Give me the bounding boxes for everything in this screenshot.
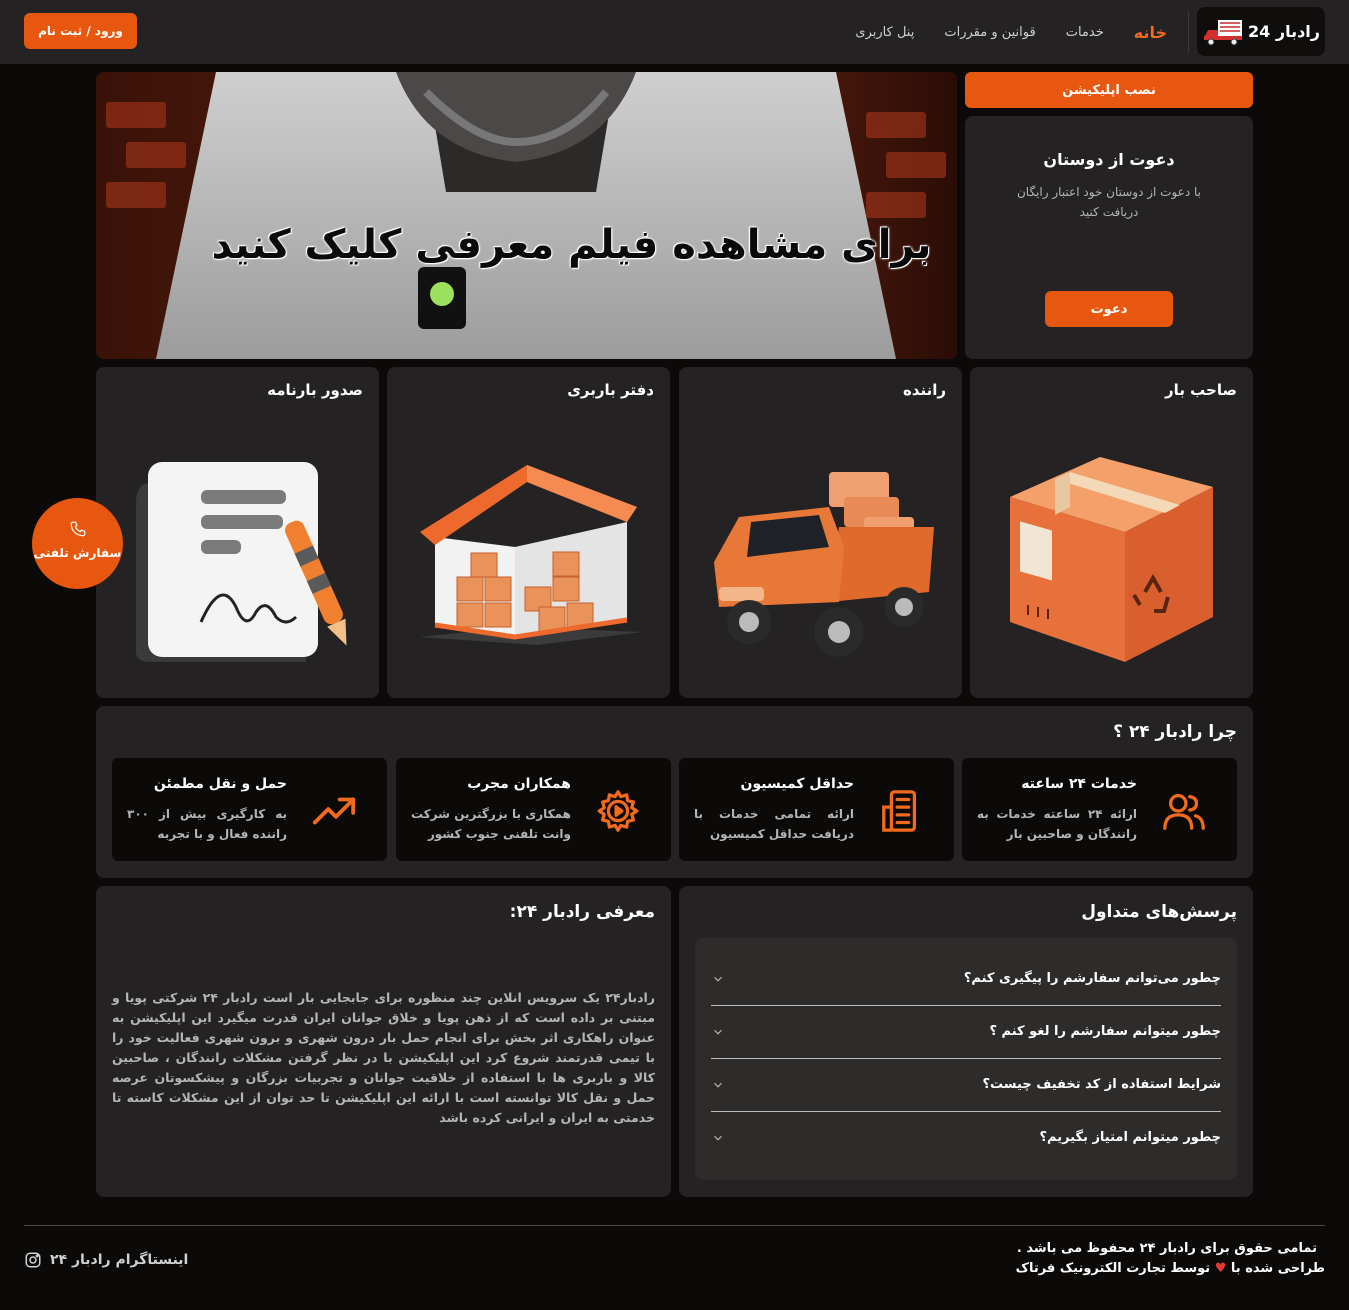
- feature-description: ارائه ۲۴ ساعته خدمات به رانندگان و صاحبی…: [977, 807, 1137, 841]
- faq-item[interactable]: شرایط استفاده از کد تخفیف چیست؟: [711, 1059, 1221, 1112]
- feature-title: همکاران مجرب: [467, 776, 571, 792]
- phone-order-label: سفارش تلفنی: [33, 546, 122, 560]
- why-section: چرا رادبار ۲۴ ؟ خدمات ۲۴ ساعته ارائه ۲۴ …: [96, 706, 1253, 878]
- faq-item[interactable]: چطور می‌توانم سفارشم را پیگیری کنم؟: [711, 953, 1221, 1006]
- feature-card: حداقل کمیسیون ارائه تمامی خدمات با دریاف…: [679, 758, 954, 861]
- invite-title: دعوت از دوستان: [1043, 150, 1175, 169]
- feature-title: حمل و نقل مطمئن: [153, 776, 287, 792]
- feature-description: همکاری با بزرگترین شرکت وانت تلفنی جنوب …: [411, 807, 571, 841]
- service-card-waybill[interactable]: صدور بارنامه: [96, 367, 379, 698]
- chevron-down-icon: [714, 976, 722, 982]
- chevron-down-icon: [714, 1135, 722, 1141]
- service-card-freight-office[interactable]: دفتر باربری: [387, 367, 670, 698]
- about-text: رادبار۲۴ یک سرویس انلاین چند منظوره برای…: [112, 990, 655, 1125]
- truck-icon: [714, 472, 934, 657]
- top-navbar: رادبار 24 خانه خدمات قوانین و مقررات پنل…: [0, 0, 1349, 64]
- service-title: راننده: [902, 381, 946, 399]
- feature-card: خدمات ۲۴ ساعته ارائه ۲۴ ساعته خدمات به ر…: [962, 758, 1237, 861]
- login-register-button[interactable]: ورود / ثبت نام: [24, 13, 137, 49]
- nav-services[interactable]: خدمات: [1066, 25, 1104, 40]
- designer-prefix: طراحی شده با: [1230, 1261, 1325, 1276]
- nav-rules[interactable]: قوانین و مقررات: [944, 25, 1035, 40]
- instagram-icon: [25, 1252, 41, 1268]
- faq-item[interactable]: چطور میتوانم سفارشم را لغو کنم ؟: [711, 1006, 1221, 1059]
- service-title: صدور بارنامه: [267, 381, 363, 399]
- receipt-building-icon: [882, 790, 917, 832]
- service-card-driver[interactable]: راننده: [679, 367, 962, 698]
- nav-divider: [1188, 12, 1189, 52]
- chevron-down-icon: [714, 1029, 722, 1035]
- heart-icon: ♥: [1214, 1261, 1227, 1276]
- copyright-text: تمامی حقوق برای رادبار ۲۴ محفوظ می باشد …: [1016, 1241, 1317, 1256]
- site-logo[interactable]: رادبار 24: [1197, 7, 1325, 56]
- main-nav: خانه خدمات قوانین و مقررات پنل کاربری: [855, 0, 1167, 64]
- faq-section: پرسش‌های متداول چطور می‌توانم سفارشم را …: [679, 886, 1253, 1197]
- instagram-label: اینستاگرام رادبار ۲۴: [50, 1252, 189, 1268]
- trending-up-icon: [312, 797, 356, 825]
- feature-card: حمل و نقل مطمئن به کارگیری بیش از ۳۰۰ را…: [112, 758, 387, 861]
- footer-divider: [24, 1225, 1325, 1226]
- faq-question: چطور میتوانم سفارشم را لغو کنم ؟: [989, 1024, 1221, 1039]
- faq-item[interactable]: چطور میتوانم امتیاز بگیریم؟: [711, 1112, 1221, 1165]
- instagram-link[interactable]: اینستاگرام رادبار ۲۴: [24, 1251, 188, 1269]
- feature-title: خدمات ۲۴ ساعته: [1021, 776, 1137, 792]
- gear-play-icon: [597, 790, 639, 832]
- feature-card: همکاران مجرب همکاری با بزرگترین شرکت وان…: [396, 758, 671, 861]
- truck-logo-icon: [1204, 19, 1243, 45]
- service-title: صاحب بار: [1165, 381, 1237, 399]
- chevron-down-icon: [714, 1082, 722, 1088]
- phone-order-button[interactable]: سفارش تلفنی: [32, 498, 123, 589]
- install-app-button[interactable]: نصب اپلیکیشن: [965, 72, 1253, 108]
- why-title: چرا رادبار ۲۴ ؟: [1113, 722, 1237, 742]
- video-thumbnail-image: [96, 72, 957, 359]
- nav-home[interactable]: خانه: [1134, 23, 1167, 42]
- intro-video[interactable]: برای مشاهده فیلم معرفی کلیک کنید: [96, 72, 957, 359]
- feature-title: حداقل کمیسیون: [740, 776, 854, 792]
- faq-title: پرسش‌های متداول: [1081, 902, 1237, 922]
- about-title: معرفی رادبار ۲۴:: [509, 902, 655, 922]
- phone-icon: [70, 521, 85, 537]
- about-section: معرفی رادبار ۲۴: رادبار۲۴ یک سرویس انلای…: [96, 886, 671, 1197]
- faq-list: چطور می‌توانم سفارشم را پیگیری کنم؟ چطور…: [695, 938, 1237, 1180]
- feature-description: به کارگیری بیش از ۳۰۰ راننده فعال و با ت…: [127, 807, 287, 841]
- designer-company[interactable]: توسط تجارت الکترونیک فرتاک: [1016, 1261, 1211, 1276]
- invite-friends-card: دعوت از دوستان با دعوت از دوستان خود اعت…: [965, 116, 1253, 359]
- invite-button[interactable]: دعوت: [1045, 291, 1173, 327]
- box-icon: [1010, 457, 1213, 662]
- users-icon: [1163, 794, 1205, 830]
- feature-description: ارائه تمامی خدمات با دریافت حداقل کمیسیو…: [694, 807, 854, 841]
- faq-question: شرایط استفاده از کد تخفیف چیست؟: [982, 1077, 1221, 1092]
- faq-question: چطور می‌توانم سفارشم را پیگیری کنم؟: [963, 971, 1221, 986]
- faq-question: چطور میتوانم امتیاز بگیریم؟: [1039, 1130, 1221, 1145]
- video-caption: برای مشاهده فیلم معرفی کلیک کنید: [211, 222, 932, 268]
- invite-description: با دعوت از دوستان خود اعتبار رایگان دریا…: [1016, 185, 1201, 219]
- logo-text: رادبار 24: [1248, 22, 1320, 41]
- service-card-cargo-owner[interactable]: صاحب بار: [970, 367, 1253, 698]
- designer-credit: طراحی شده با ♥ توسط تجارت الکترونیک فرتا…: [1016, 1261, 1325, 1276]
- warehouse-icon: [419, 465, 642, 645]
- service-title: دفتر باربری: [567, 381, 654, 399]
- nav-user-panel[interactable]: پنل کاربری: [855, 25, 914, 40]
- signed-document-icon: [136, 462, 347, 662]
